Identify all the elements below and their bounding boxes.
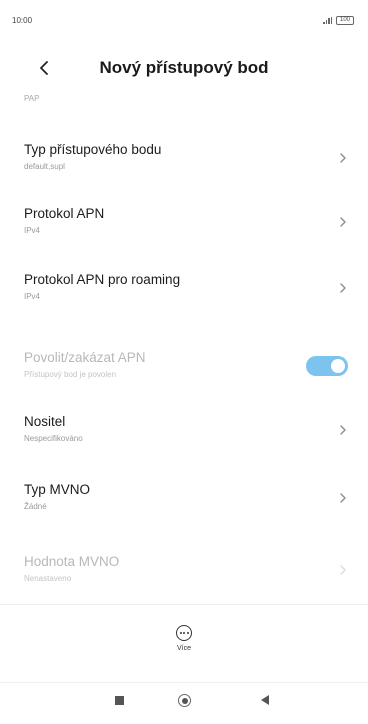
chevron-right-icon bbox=[340, 153, 346, 163]
apn-enable-toggle bbox=[306, 356, 348, 376]
chevron-right-icon bbox=[340, 425, 346, 435]
list-item-mvno-value: Hodnota MVNO Nenastaveno bbox=[0, 542, 368, 604]
status-time: 10:00 bbox=[12, 15, 33, 25]
list-item-title: Protokol APN bbox=[24, 206, 105, 221]
toggle-knob bbox=[331, 359, 345, 373]
list-item-apn-enable: Povolit/zakázat APN Přístupový bod je po… bbox=[0, 338, 368, 400]
navigation-bar bbox=[0, 682, 368, 724]
partial-list-item[interactable]: PAP bbox=[0, 88, 368, 118]
list-item-value: default,supl bbox=[24, 162, 65, 171]
list-item-value: Žádné bbox=[24, 502, 47, 511]
back-triangle-icon[interactable] bbox=[261, 695, 269, 705]
list-item-value: Přístupový bod je povolen bbox=[24, 370, 117, 379]
list-item-title: Typ MVNO bbox=[24, 482, 91, 497]
signal-icon bbox=[323, 16, 332, 24]
more-button[interactable]: Více bbox=[164, 625, 204, 659]
battery-icon: 100 bbox=[336, 15, 354, 25]
chevron-right-icon bbox=[340, 217, 346, 227]
more-label: Více bbox=[176, 645, 191, 652]
list-item-title: Hodnota MVNO bbox=[24, 554, 120, 569]
page-title: Nový přístupový bod bbox=[99, 58, 269, 77]
list-item-apn-roaming-protocol[interactable]: Protokol APN pro roaming IPv4 bbox=[0, 260, 368, 322]
bottom-action-bar: Více bbox=[0, 604, 368, 661]
more-icon bbox=[176, 625, 192, 641]
status-icons: 100 bbox=[323, 15, 354, 25]
chevron-right-icon bbox=[340, 283, 346, 293]
status-bar: 10:00 100 bbox=[0, 0, 368, 40]
list-item-apn-type[interactable]: Typ přístupového bodu default,supl bbox=[0, 130, 368, 192]
chevron-right-icon bbox=[340, 493, 346, 503]
partial-item-value: PAP bbox=[24, 94, 40, 103]
list-item-title: Povolit/zakázat APN bbox=[24, 350, 146, 365]
app-header: Nový přístupový bod bbox=[0, 48, 368, 88]
list-item-bearer[interactable]: Nositel Nespecifikováno bbox=[0, 402, 368, 464]
list-item-title: Nositel bbox=[24, 414, 66, 429]
battery-level: 100 bbox=[339, 17, 350, 23]
chevron-right-icon bbox=[340, 565, 346, 575]
home-icon[interactable] bbox=[178, 694, 191, 707]
list-item-apn-protocol[interactable]: Protokol APN IPv4 bbox=[0, 194, 368, 256]
list-item-title: Protokol APN pro roaming bbox=[24, 272, 181, 287]
list-item-value: Nenastaveno bbox=[24, 574, 72, 583]
list-item-title: Typ přístupového bodu bbox=[24, 142, 162, 157]
list-item-mvno-type[interactable]: Typ MVNO Žádné bbox=[0, 470, 368, 532]
recent-apps-icon[interactable] bbox=[115, 696, 124, 705]
list-item-value: IPv4 bbox=[24, 226, 41, 235]
list-item-value: Nespecifikováno bbox=[24, 434, 83, 443]
list-item-value: IPv4 bbox=[24, 292, 41, 301]
